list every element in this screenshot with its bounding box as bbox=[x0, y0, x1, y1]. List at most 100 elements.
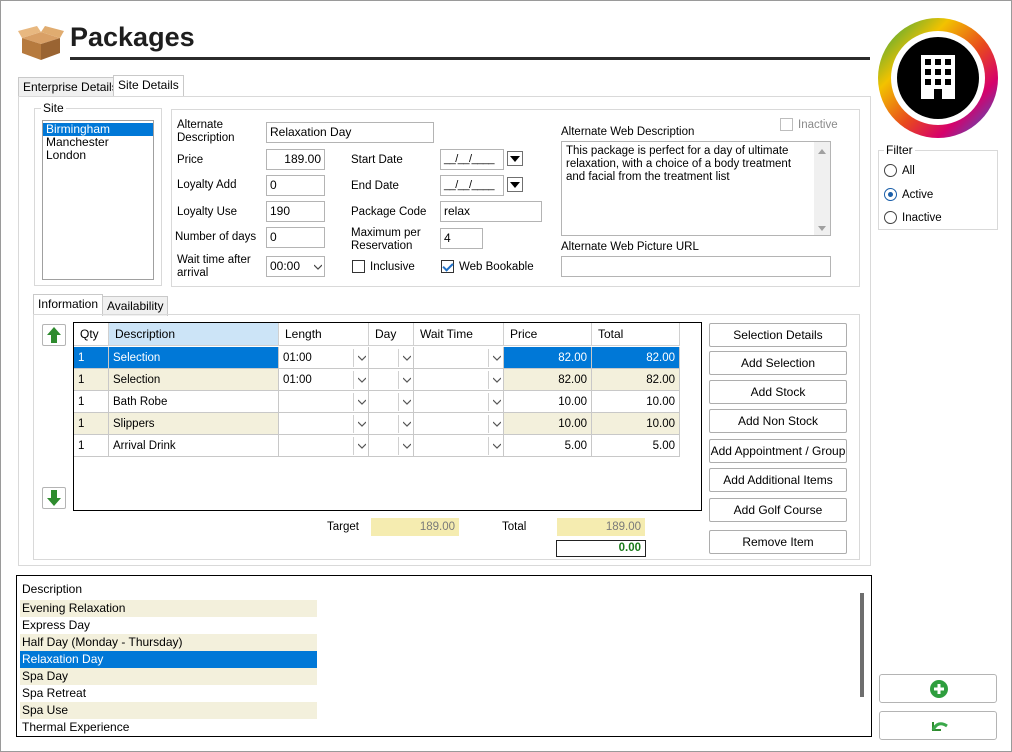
col-header-wait-time[interactable]: Wait Time bbox=[414, 323, 504, 346]
table-row[interactable]: 1 Selection 01:00 82.00 82.00 bbox=[74, 369, 680, 391]
alt-web-desc-scrollbar[interactable] bbox=[814, 142, 830, 235]
add-package-button[interactable] bbox=[879, 674, 997, 703]
inclusive-checkbox[interactable] bbox=[352, 260, 365, 273]
cell-total[interactable]: 82.00 bbox=[592, 347, 680, 369]
packages-list-header[interactable]: Description bbox=[22, 582, 82, 596]
cell-total[interactable]: 82.00 bbox=[592, 369, 680, 391]
filter-radio-active[interactable] bbox=[884, 187, 897, 201]
cell-wait[interactable] bbox=[414, 369, 504, 391]
col-header-qty[interactable]: Qty bbox=[74, 323, 109, 346]
package-items-grid[interactable]: Qty Description Length Day Wait Time Pri… bbox=[73, 322, 702, 511]
add-non-stock-button[interactable]: Add Non Stock bbox=[709, 409, 847, 433]
cell-qty[interactable]: 1 bbox=[74, 347, 109, 369]
move-up-button[interactable] bbox=[42, 324, 66, 346]
cell-wait[interactable] bbox=[414, 391, 504, 413]
col-header-length[interactable]: Length bbox=[279, 323, 369, 346]
site-listbox[interactable]: Birmingham Manchester London bbox=[42, 120, 154, 280]
alt-web-picture-input[interactable] bbox=[561, 256, 831, 277]
cell-total[interactable]: 10.00 bbox=[592, 391, 680, 413]
cell-day[interactable] bbox=[369, 369, 414, 391]
table-row[interactable]: 1 Bath Robe 10.00 10.00 bbox=[74, 391, 680, 413]
cell-wait[interactable] bbox=[414, 347, 504, 369]
tab-site-details[interactable]: Site Details bbox=[113, 75, 184, 97]
add-golf-course-button[interactable]: Add Golf Course bbox=[709, 498, 847, 522]
remove-item-button[interactable]: Remove Item bbox=[709, 530, 847, 554]
cell-day[interactable] bbox=[369, 347, 414, 369]
site-list-item[interactable]: London bbox=[43, 149, 153, 162]
end-date-input[interactable]: __/__/____ bbox=[440, 175, 504, 196]
end-date-dropdown-button[interactable] bbox=[507, 177, 523, 192]
cell-price[interactable]: 5.00 bbox=[504, 435, 592, 457]
col-header-price[interactable]: Price bbox=[504, 323, 592, 346]
alt-desc-input[interactable]: Relaxation Day bbox=[266, 122, 434, 143]
cell-day[interactable] bbox=[369, 435, 414, 457]
move-down-button[interactable] bbox=[42, 487, 66, 509]
combo-separator bbox=[398, 349, 399, 367]
cell-length[interactable]: 01:00 bbox=[279, 369, 369, 391]
number-of-days-input[interactable]: 0 bbox=[266, 227, 325, 248]
add-selection-button[interactable]: Add Selection bbox=[709, 351, 847, 375]
filter-radio-all[interactable] bbox=[884, 164, 897, 177]
cell-qty[interactable]: 1 bbox=[74, 369, 109, 391]
cell-price[interactable]: 10.00 bbox=[504, 413, 592, 435]
cell-qty[interactable]: 1 bbox=[74, 391, 109, 413]
cell-length[interactable] bbox=[279, 413, 369, 435]
cell-price[interactable]: 82.00 bbox=[504, 347, 592, 369]
cell-description[interactable]: Arrival Drink bbox=[109, 435, 279, 457]
wait-time-select[interactable]: 00:00 bbox=[266, 256, 325, 277]
cell-qty-text: 1 bbox=[78, 352, 85, 364]
cell-day[interactable] bbox=[369, 413, 414, 435]
cell-qty[interactable]: 1 bbox=[74, 413, 109, 435]
start-date-dropdown-button[interactable] bbox=[507, 151, 523, 166]
cell-length[interactable] bbox=[279, 435, 369, 457]
tab-enterprise-details[interactable]: Enterprise Details bbox=[18, 77, 123, 97]
alt-web-desc-textarea[interactable]: This package is perfect for a day of ult… bbox=[561, 141, 831, 236]
cell-wait[interactable] bbox=[414, 413, 504, 435]
list-item[interactable]: Evening Relaxation bbox=[20, 600, 317, 617]
cell-description[interactable]: Slippers bbox=[109, 413, 279, 435]
cell-description[interactable]: Selection bbox=[109, 369, 279, 391]
col-header-total[interactable]: Total bbox=[592, 323, 680, 346]
cell-description[interactable]: Selection bbox=[109, 347, 279, 369]
list-item[interactable]: Express Day bbox=[20, 617, 317, 634]
combo-separator bbox=[488, 437, 489, 455]
tab-information[interactable]: Information bbox=[33, 294, 104, 316]
col-header-description[interactable]: Description bbox=[109, 323, 279, 346]
add-additional-items-button[interactable]: Add Additional Items bbox=[709, 468, 847, 492]
web-bookable-checkbox[interactable] bbox=[441, 260, 454, 273]
list-item[interactable]: Spa Retreat bbox=[20, 685, 317, 702]
cell-total[interactable]: 5.00 bbox=[592, 435, 680, 457]
cell-price[interactable]: 10.00 bbox=[504, 391, 592, 413]
col-header-day[interactable]: Day bbox=[369, 323, 414, 346]
loyalty-use-input[interactable]: 190 bbox=[266, 201, 325, 222]
cell-day[interactable] bbox=[369, 391, 414, 413]
undo-button[interactable] bbox=[879, 711, 997, 740]
packages-scrollbar[interactable] bbox=[860, 593, 864, 697]
price-input[interactable]: 189.00 bbox=[266, 149, 325, 170]
list-item[interactable]: Relaxation Day bbox=[20, 651, 317, 668]
table-row[interactable]: 1 Slippers 10.00 10.00 bbox=[74, 413, 680, 435]
cell-length[interactable]: 01:00 bbox=[279, 347, 369, 369]
cell-qty[interactable]: 1 bbox=[74, 435, 109, 457]
table-row[interactable]: 1 Arrival Drink 5.00 5.00 bbox=[74, 435, 680, 457]
list-item[interactable]: Half Day (Monday - Thursday) bbox=[20, 634, 317, 651]
loyalty-add-input[interactable]: 0 bbox=[266, 175, 325, 196]
list-item[interactable]: Thermal Experience bbox=[20, 719, 317, 736]
table-row[interactable]: 1 Selection 01:00 82.00 82.00 bbox=[74, 347, 680, 369]
cell-length[interactable] bbox=[279, 391, 369, 413]
package-code-input[interactable]: relax bbox=[440, 201, 542, 222]
cell-description[interactable]: Bath Robe bbox=[109, 391, 279, 413]
inactive-checkbox[interactable] bbox=[780, 118, 793, 131]
cell-total[interactable]: 10.00 bbox=[592, 413, 680, 435]
tab-availability[interactable]: Availability bbox=[102, 296, 169, 316]
start-date-input[interactable]: __/__/____ bbox=[440, 149, 504, 170]
list-item[interactable]: Spa Day bbox=[20, 668, 317, 685]
max-reservation-input[interactable]: 4 bbox=[440, 228, 483, 249]
add-stock-button[interactable]: Add Stock bbox=[709, 380, 847, 404]
filter-radio-inactive[interactable] bbox=[884, 211, 897, 224]
selection-details-button[interactable]: Selection Details bbox=[709, 323, 847, 347]
add-appointment-group-button[interactable]: Add Appointment / Group bbox=[709, 439, 847, 463]
cell-price[interactable]: 82.00 bbox=[504, 369, 592, 391]
list-item[interactable]: Spa Use bbox=[20, 702, 317, 719]
cell-wait[interactable] bbox=[414, 435, 504, 457]
